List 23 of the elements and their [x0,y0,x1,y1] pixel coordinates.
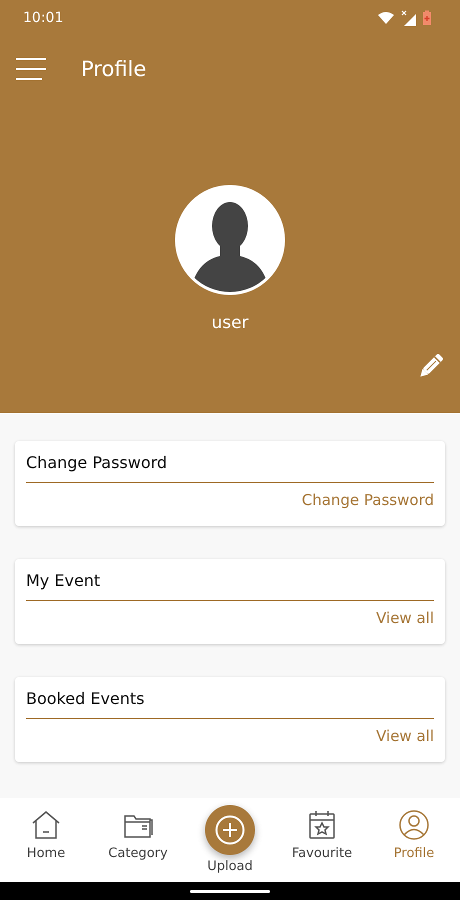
plus-icon [215,815,245,845]
nav-label[interactable]: Home [26,846,66,861]
card-title: My Event [26,571,100,590]
card-link[interactable]: Change Password [302,491,434,509]
status-time: 10:01 [23,10,64,26]
wifi-icon [378,12,394,24]
nav-label[interactable]: Category [108,846,168,861]
upload-button[interactable] [205,805,255,855]
user-icon[interactable] [398,810,430,840]
nav-label[interactable]: Profile [394,846,434,861]
menu-icon[interactable] [15,58,47,80]
card-title: Booked Events [26,689,145,708]
home-icon[interactable] [30,810,62,840]
nav-label[interactable]: Favourite [292,846,352,861]
nav-label[interactable]: Upload [207,859,253,874]
avatar-icon [174,184,286,296]
card-link[interactable]: View all [376,727,434,745]
card-link[interactable]: View all [376,609,434,627]
page-title: Profile [81,57,146,81]
signal-icon [400,10,416,26]
battery-icon [422,10,432,26]
card-title: Change Password [26,453,168,472]
user-name: user [211,313,249,333]
